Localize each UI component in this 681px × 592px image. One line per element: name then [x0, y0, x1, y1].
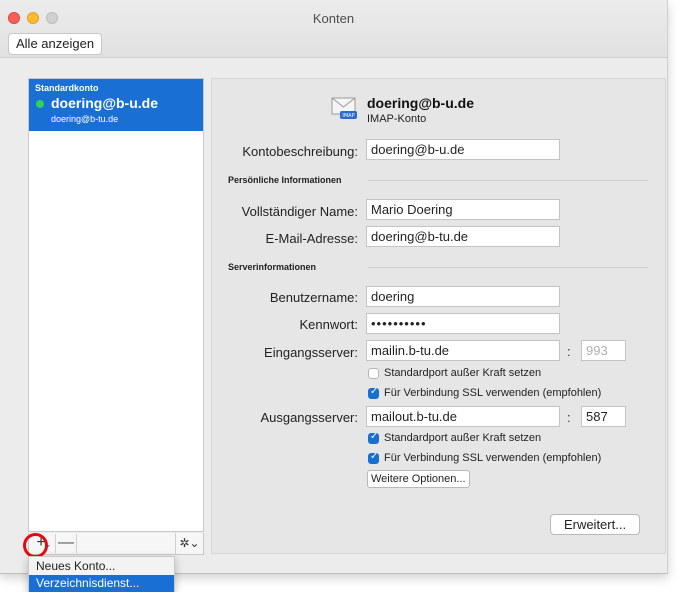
- gear-icon[interactable]: ✲⌄: [175, 533, 203, 554]
- outgoing-server-label: Ausgangsserver:: [260, 410, 358, 425]
- account-list-toolbar: + — ✲⌄: [28, 533, 204, 555]
- password-label: Kennwort:: [299, 317, 358, 332]
- remove-account-button[interactable]: —: [55, 534, 77, 553]
- account-email: doering@b-tu.de: [51, 114, 119, 124]
- account-title: doering@b-u.de: [367, 95, 474, 111]
- port-separator: :: [567, 410, 571, 425]
- email-label: E-Mail-Adresse:: [265, 231, 358, 246]
- incoming-server-label: Eingangsserver:: [264, 345, 358, 360]
- advanced-button[interactable]: Erweitert...: [550, 514, 640, 535]
- outgoing-port-field[interactable]: 587: [581, 406, 626, 427]
- outgoing-ssl-label: Für Verbindung SSL verwenden (empfohlen): [384, 452, 602, 464]
- personal-info-heading: Persönliche Informationen: [228, 175, 342, 185]
- incoming-ssl-label: Für Verbindung SSL verwenden (empfohlen): [384, 387, 602, 399]
- svg-text:IMAP: IMAP: [342, 113, 354, 119]
- outgoing-server-field[interactable]: mailout.b-tu.de: [366, 406, 560, 427]
- email-field[interactable]: doering@b-tu.de: [366, 226, 560, 247]
- incoming-port-field[interactable]: 993: [581, 340, 626, 361]
- incoming-override-label: Standardport außer Kraft setzen: [384, 367, 542, 379]
- menu-item-new-account[interactable]: Neues Konto...: [29, 558, 174, 575]
- port-separator: :: [567, 344, 571, 359]
- window-title: Konten: [312, 11, 355, 26]
- fullname-label: Vollständiger Name:: [241, 204, 358, 219]
- show-all-button[interactable]: Alle anzeigen: [8, 33, 103, 55]
- description-label: Kontobeschreibung:: [242, 144, 358, 159]
- online-status-dot: [36, 100, 44, 108]
- incoming-override-checkbox[interactable]: [368, 368, 379, 379]
- outgoing-override-label: Standardport außer Kraft setzen: [384, 432, 542, 444]
- server-info-heading: Serverinformationen: [228, 262, 317, 272]
- account-name: doering@b-u.de: [51, 95, 158, 111]
- divider: [368, 267, 648, 268]
- menu-item-directory-service[interactable]: Verzeichnisdienst...: [29, 575, 174, 592]
- account-list: Standardkonto doering@b-u.de doering@b-t…: [28, 78, 204, 532]
- password-field[interactable]: ••••••••••: [366, 313, 560, 334]
- incoming-server-field[interactable]: mailin.b-tu.de: [366, 340, 560, 361]
- add-account-menu: Neues Konto... Verzeichnisdienst...: [28, 556, 175, 592]
- outgoing-override-checkbox[interactable]: [368, 431, 379, 444]
- account-list-item[interactable]: Standardkonto doering@b-u.de doering@b-t…: [29, 79, 203, 131]
- account-type-label: Standardkonto: [35, 83, 99, 93]
- description-field[interactable]: doering@b-u.de: [366, 139, 560, 160]
- more-options-button[interactable]: Weitere Optionen...: [367, 470, 470, 488]
- incoming-ssl-checkbox[interactable]: [368, 386, 379, 399]
- chevron-down-icon: ⌄: [44, 539, 52, 549]
- username-field[interactable]: doering: [366, 286, 560, 307]
- accounts-window: Konten Alle anzeigen Standardkonto doeri…: [0, 0, 668, 574]
- envelope-imap-icon: IMAP: [331, 97, 357, 119]
- fullname-field[interactable]: Mario Doering: [366, 199, 560, 220]
- username-label: Benutzername:: [269, 290, 358, 305]
- outgoing-ssl-checkbox[interactable]: [368, 451, 379, 464]
- account-kind: IMAP-Konto: [367, 113, 427, 125]
- divider: [368, 180, 648, 181]
- title-bar: Konten Alle anzeigen: [0, 0, 667, 58]
